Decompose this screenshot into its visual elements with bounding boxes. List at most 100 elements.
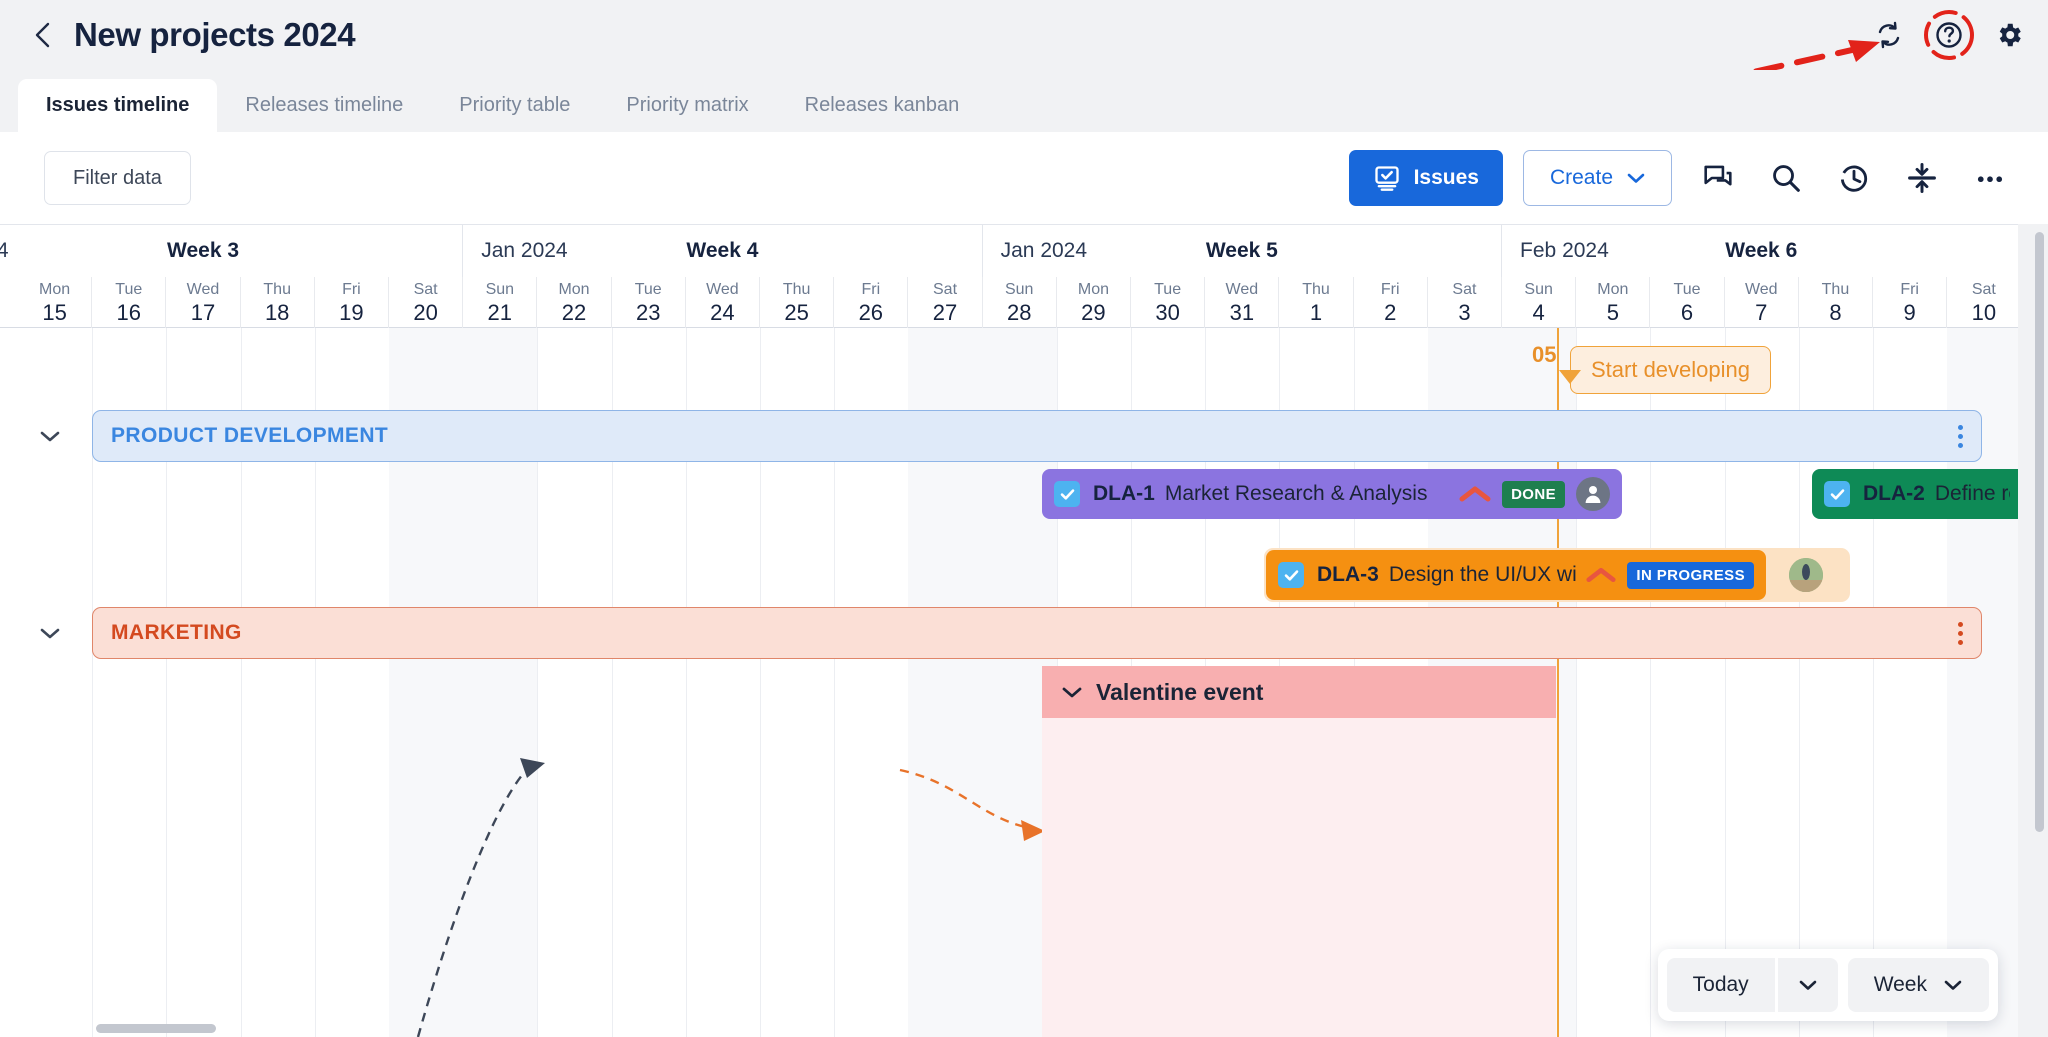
day-number: 15 xyxy=(42,300,66,326)
day-header-cell[interactable]: Fri19 xyxy=(315,277,389,329)
day-header-cell[interactable]: Tue23 xyxy=(612,277,686,329)
week-label: Week 3 xyxy=(0,239,462,263)
timeline-canvas[interactable]: 05 Start developing PRODUCT DEVELOPMENT … xyxy=(0,328,2048,1037)
group-header-product-development[interactable]: PRODUCT DEVELOPMENT xyxy=(92,410,1982,462)
day-header-cell[interactable]: Wed31 xyxy=(1205,277,1279,329)
scale-label: Week xyxy=(1874,973,1927,997)
search-icon[interactable] xyxy=(1764,156,1808,200)
day-number: 30 xyxy=(1155,300,1179,326)
more-options-icon[interactable] xyxy=(1968,156,2012,200)
scale-button[interactable]: Week xyxy=(1848,958,1989,1012)
day-number: 6 xyxy=(1681,300,1693,326)
settings-gear-icon[interactable] xyxy=(1992,18,2026,52)
day-number: 7 xyxy=(1755,300,1767,326)
day-name: Mon xyxy=(558,281,589,299)
back-button[interactable] xyxy=(28,20,58,50)
day-header-cell[interactable]: Wed17 xyxy=(166,277,240,329)
subgroup-title: Valentine event xyxy=(1096,679,1263,706)
priority-high-icon xyxy=(1585,566,1617,584)
help-icon-wrapper[interactable] xyxy=(1932,18,1966,52)
day-header-cell[interactable]: Sat27 xyxy=(908,277,982,329)
milestone-marker[interactable]: 05 Start developing xyxy=(1570,346,1771,394)
today-button[interactable]: Today xyxy=(1667,958,1775,1012)
group-collapse-product-development[interactable] xyxy=(36,422,64,450)
avatar[interactable] xyxy=(1576,477,1610,511)
day-header-cell[interactable]: Mon22 xyxy=(537,277,611,329)
header-actions xyxy=(1872,0,2026,70)
subgroup-collapse-icon[interactable] xyxy=(1058,678,1086,706)
vertical-scrollbar[interactable] xyxy=(2035,232,2044,832)
day-header-cell[interactable]: Mon15 xyxy=(18,277,92,329)
day-header-cell[interactable]: Sun4 xyxy=(1502,277,1576,329)
tab-issues-timeline[interactable]: Issues timeline xyxy=(18,79,217,132)
task-bar-dla-1[interactable]: DLA-1 Market Research & Analysis DONE xyxy=(1042,469,1622,519)
day-header-cell[interactable]: Wed24 xyxy=(686,277,760,329)
day-header-cell[interactable]: Thu8 xyxy=(1799,277,1873,329)
day-number: 23 xyxy=(636,300,660,326)
group-menu-icon[interactable] xyxy=(1958,425,1963,448)
priority-high-icon xyxy=(1458,485,1492,503)
horizontal-scrollbar[interactable] xyxy=(96,1024,216,1033)
day-name: Thu xyxy=(1302,281,1330,299)
day-header-cell[interactable]: Thu1 xyxy=(1279,277,1353,329)
day-number: 9 xyxy=(1904,300,1916,326)
day-header-cell[interactable]: Fri26 xyxy=(834,277,908,329)
day-name: Tue xyxy=(1674,281,1701,299)
day-name: Wed xyxy=(1226,281,1259,299)
day-name: Wed xyxy=(706,281,739,299)
day-header-cell[interactable]: Mon5 xyxy=(1576,277,1650,329)
day-header-cell[interactable]: Sat3 xyxy=(1428,277,1502,329)
group-header-marketing[interactable]: MARKETING xyxy=(92,607,1982,659)
filter-data-label: Filter data xyxy=(73,167,162,190)
comment-icon[interactable] xyxy=(1696,156,1740,200)
day-name: Thu xyxy=(783,281,811,299)
day-header-cell[interactable]: Thu18 xyxy=(241,277,315,329)
day-header-cell[interactable]: Wed7 xyxy=(1725,277,1799,329)
day-number: 31 xyxy=(1230,300,1254,326)
month-label: Jan 2024 xyxy=(481,239,567,263)
day-name: Sun xyxy=(1524,281,1552,299)
collapse-rows-icon[interactable] xyxy=(1900,156,1944,200)
task-checkbox-icon[interactable] xyxy=(1824,481,1850,507)
task-summary: Design the UI/UX with l... xyxy=(1389,563,1578,587)
tab-releases-timeline[interactable]: Releases timeline xyxy=(217,79,431,132)
tab-releases-kanban[interactable]: Releases kanban xyxy=(777,79,988,132)
today-control-group: Today xyxy=(1667,958,1838,1012)
day-header-cell[interactable]: Sun28 xyxy=(983,277,1057,329)
task-checkbox-icon[interactable] xyxy=(1054,481,1080,507)
avatar[interactable] xyxy=(1789,558,1823,592)
group-title: MARKETING xyxy=(111,621,242,645)
day-name: Mon xyxy=(39,281,70,299)
day-number: 19 xyxy=(339,300,363,326)
day-header-cell[interactable]: Tue30 xyxy=(1131,277,1205,329)
task-checkbox-icon[interactable] xyxy=(1278,562,1304,588)
task-bar-dla-2[interactable]: DLA-2 Define req xyxy=(1812,469,2022,519)
tab-label: Priority table xyxy=(459,94,570,117)
day-header-cell[interactable]: Thu25 xyxy=(760,277,834,329)
day-header-cell[interactable]: Sat10 xyxy=(1947,277,2021,329)
tab-priority-table[interactable]: Priority table xyxy=(431,79,598,132)
day-name: Tue xyxy=(1154,281,1181,299)
day-header-cell[interactable]: Tue6 xyxy=(1650,277,1724,329)
today-dropdown-button[interactable] xyxy=(1778,958,1838,1012)
day-header-cell[interactable]: Tue16 xyxy=(92,277,166,329)
issues-button[interactable]: Issues xyxy=(1349,150,1503,206)
sync-icon[interactable] xyxy=(1872,18,1906,52)
task-bar-dla-3[interactable]: DLA-3 Design the UI/UX with l... IN PROG… xyxy=(1266,550,1766,600)
day-header-cell[interactable]: Sun21 xyxy=(463,277,537,329)
day-header-cell[interactable]: Fri9 xyxy=(1873,277,1947,329)
day-number: 25 xyxy=(784,300,808,326)
subgroup-header-valentine-event[interactable]: Valentine event xyxy=(1042,666,1556,718)
history-clock-icon[interactable] xyxy=(1832,156,1876,200)
day-number: 24 xyxy=(710,300,734,326)
filter-data-button[interactable]: Filter data xyxy=(44,151,191,205)
group-menu-icon[interactable] xyxy=(1958,622,1963,645)
day-header-cell[interactable]: Sat20 xyxy=(389,277,463,329)
day-name: Mon xyxy=(1078,281,1109,299)
create-button[interactable]: Create xyxy=(1523,150,1672,206)
group-collapse-marketing[interactable] xyxy=(36,619,64,647)
task-key: DLA-3 xyxy=(1317,563,1379,587)
day-header-cell[interactable]: Mon29 xyxy=(1057,277,1131,329)
day-header-cell[interactable]: Fri2 xyxy=(1354,277,1428,329)
tab-priority-matrix[interactable]: Priority matrix xyxy=(598,79,776,132)
